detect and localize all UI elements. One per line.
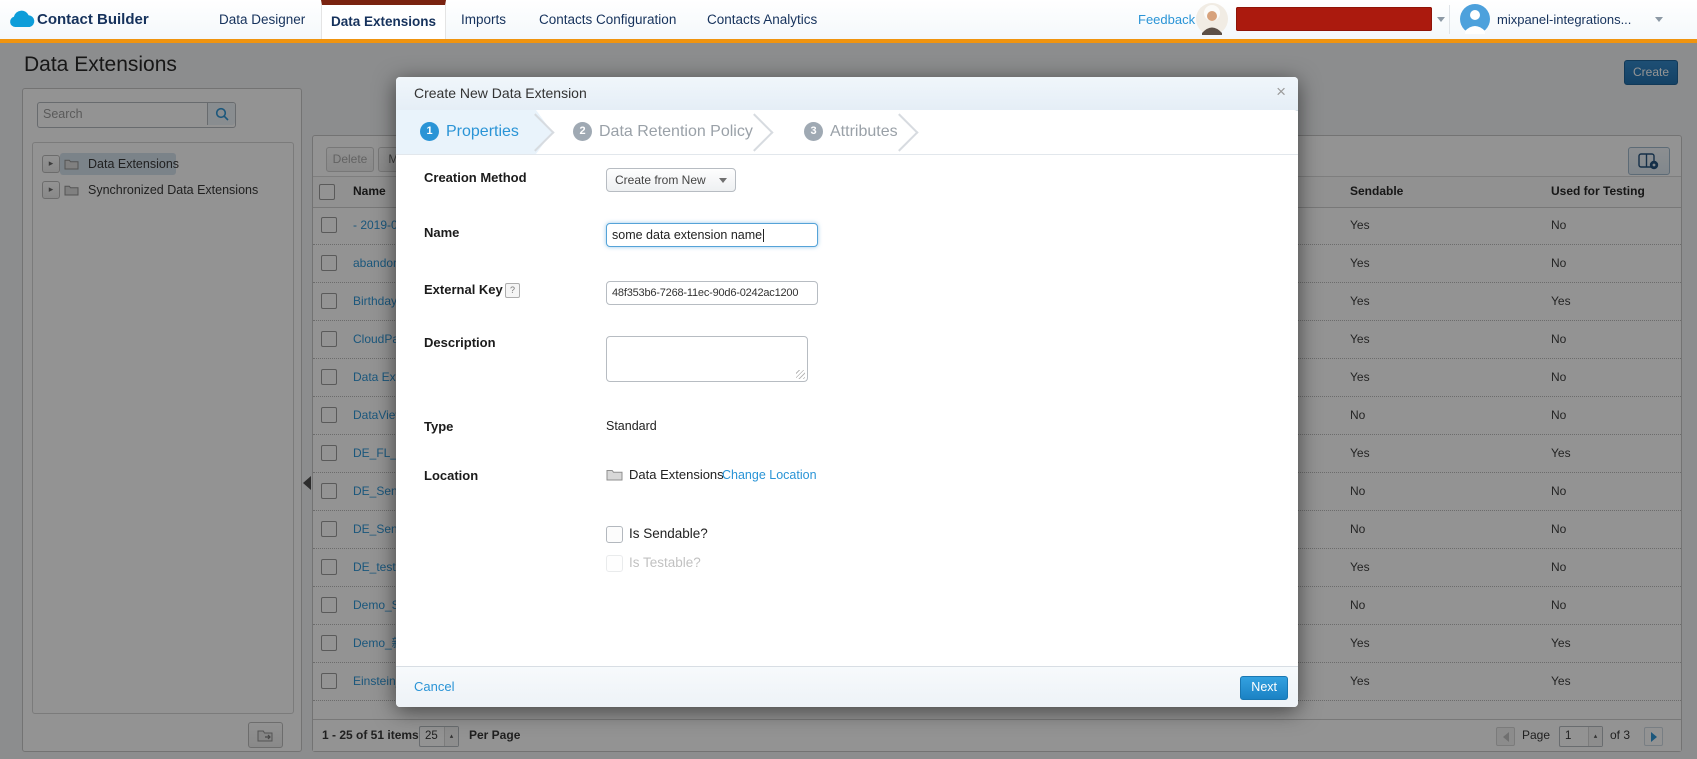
tab-contacts-analytics[interactable]: Contacts Analytics xyxy=(707,0,817,39)
step-properties[interactable]: Properties xyxy=(446,110,519,154)
modal-title: Create New Data Extension xyxy=(414,77,587,110)
description-field[interactable] xyxy=(606,336,808,382)
caret-down-icon[interactable] xyxy=(1655,17,1663,22)
tab-data-extensions[interactable]: Data Extensions xyxy=(321,0,446,39)
name-field[interactable]: some data extension name xyxy=(606,223,818,247)
creation-method-value: Create from New xyxy=(615,169,706,191)
step-attributes[interactable]: Attributes xyxy=(830,110,898,154)
step-number-badge: 1 xyxy=(420,122,439,141)
is-sendable-checkbox[interactable] xyxy=(606,526,623,543)
name-field-value: some data extension name xyxy=(612,228,762,242)
feedback-link[interactable]: Feedback xyxy=(1138,0,1195,39)
location-label: Location xyxy=(424,468,478,483)
modal-header: Create New Data Extension × xyxy=(396,77,1298,111)
tab-imports[interactable]: Imports xyxy=(461,0,506,39)
cloud-logo-icon xyxy=(9,10,35,33)
text-cursor xyxy=(763,229,764,242)
next-button[interactable]: Next xyxy=(1240,676,1288,700)
caret-down-icon[interactable] xyxy=(1437,17,1445,22)
einstein-avatar[interactable] xyxy=(1196,3,1228,40)
name-label: Name xyxy=(424,225,459,240)
external-key-label: External Key xyxy=(424,282,503,297)
step-data-retention-policy[interactable]: Data Retention Policy xyxy=(599,110,753,154)
tab-contacts-configuration[interactable]: Contacts Configuration xyxy=(539,0,676,39)
external-key-field[interactable]: 48f353b6-7268-11ec-90d6-0242ac1200 xyxy=(606,281,818,305)
caret-down-icon xyxy=(719,178,727,183)
modal-steps-bar: 1 Properties 2 Data Retention Policy 3 A… xyxy=(396,110,1298,155)
type-label: Type xyxy=(424,419,453,434)
nav-divider xyxy=(1449,5,1450,34)
is-testable-label: Is Testable? xyxy=(629,555,701,570)
change-location-link[interactable]: Change Location xyxy=(722,468,817,482)
close-icon[interactable]: × xyxy=(1276,82,1286,102)
user-avatar-icon[interactable] xyxy=(1460,4,1490,39)
cancel-link[interactable]: Cancel xyxy=(414,667,454,707)
is-sendable-label[interactable]: Is Sendable? xyxy=(629,526,708,541)
account-menu[interactable]: mixpanel-integrations... xyxy=(1497,0,1631,39)
tab-data-designer[interactable]: Data Designer xyxy=(219,0,305,39)
modal-footer: Cancel Next xyxy=(396,666,1298,707)
step-number-badge: 2 xyxy=(573,122,592,141)
is-testable-checkbox xyxy=(606,555,623,572)
folder-icon xyxy=(606,467,623,486)
creation-method-label: Creation Method xyxy=(424,170,527,185)
top-nav: Contact Builder Data Designer Data Exten… xyxy=(0,0,1697,43)
help-icon[interactable]: ? xyxy=(505,283,520,298)
step-number-badge: 3 xyxy=(804,122,823,141)
redacted-block xyxy=(1236,7,1432,31)
app-title: Contact Builder xyxy=(37,0,149,39)
resize-handle-icon[interactable] xyxy=(796,370,805,379)
type-value: Standard xyxy=(606,419,657,433)
create-data-extension-modal: Create New Data Extension × 1 Properties… xyxy=(396,77,1298,707)
creation-method-dropdown[interactable]: Create from New xyxy=(606,168,736,192)
description-label: Description xyxy=(424,335,496,350)
location-value: Data Extensions xyxy=(629,467,724,482)
